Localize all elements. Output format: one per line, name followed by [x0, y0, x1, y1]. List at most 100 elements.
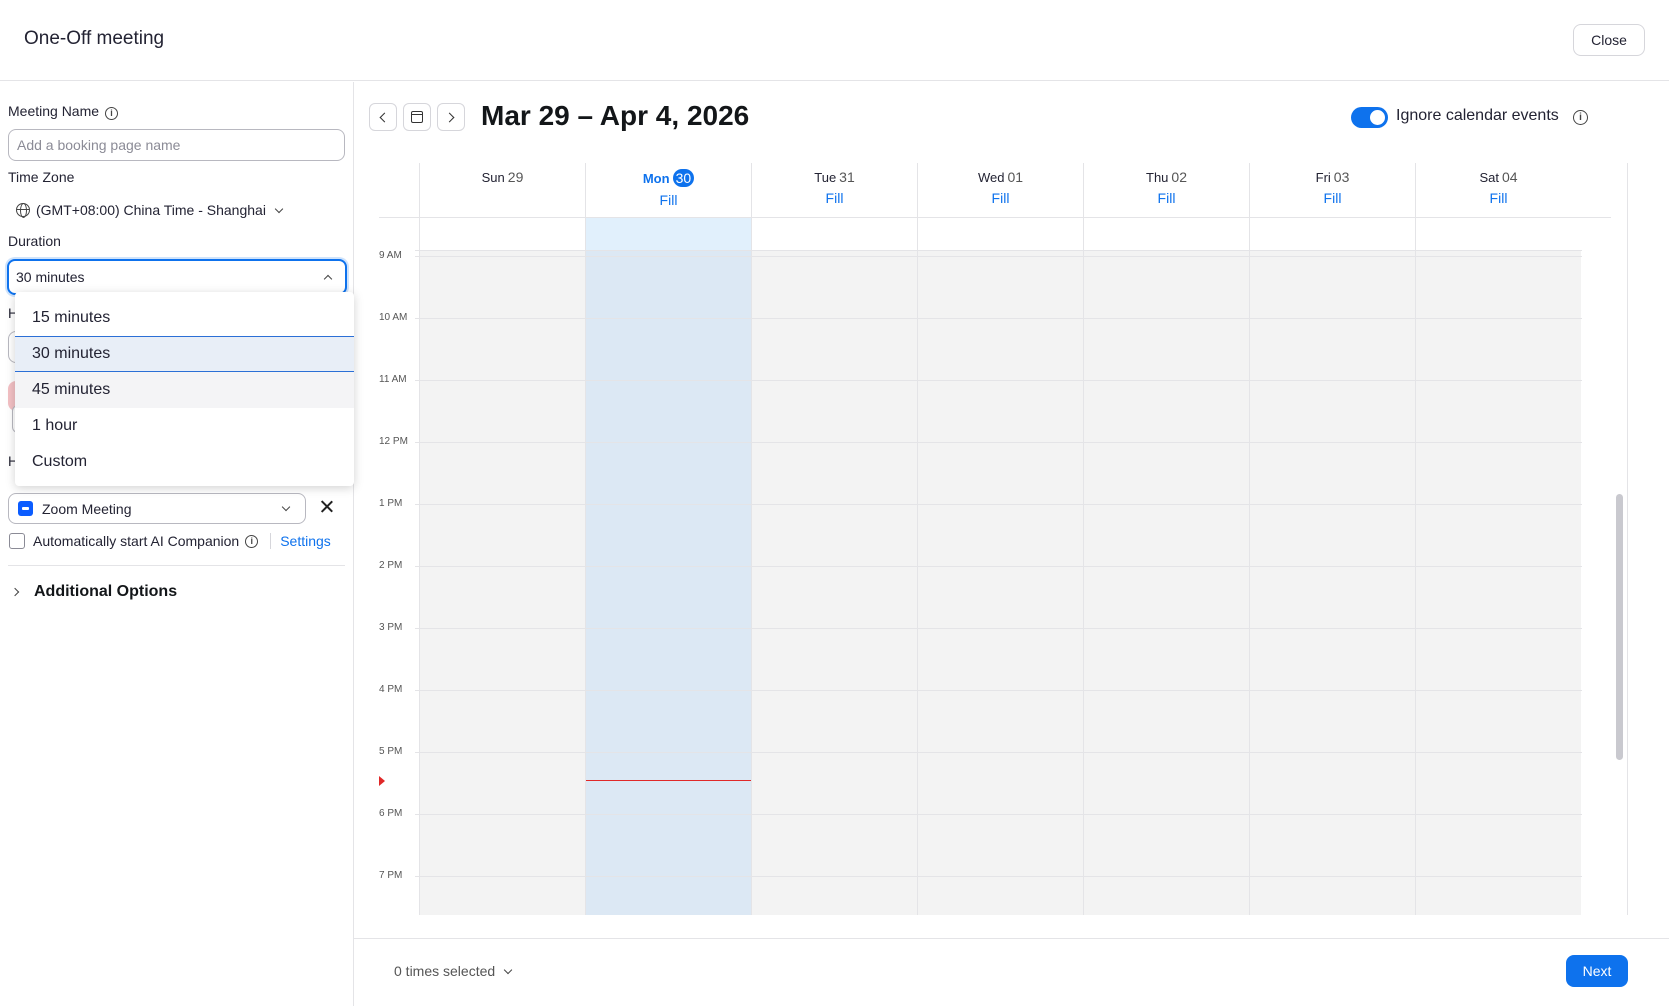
- day-label: Sat 04: [1416, 169, 1581, 185]
- day-header-wed: Wed 01 Fill: [917, 163, 1083, 217]
- duration-option[interactable]: 45 minutes: [15, 372, 354, 408]
- info-icon[interactable]: i: [245, 534, 259, 548]
- day-of-week: Fri: [1315, 170, 1331, 185]
- duration-option[interactable]: 1 hour: [15, 408, 354, 444]
- day-date: 30: [672, 169, 695, 187]
- prev-week-button[interactable]: [369, 103, 397, 131]
- chevron-down-icon: [274, 204, 284, 213]
- day-of-week: Sat: [1479, 170, 1499, 185]
- chevron-right-icon: [444, 112, 455, 122]
- day-of-week: Mon: [642, 171, 670, 186]
- day-date: 29: [507, 169, 524, 185]
- divider: [8, 565, 345, 566]
- location-select[interactable]: Zoom Meeting: [8, 493, 306, 524]
- chevron-up-icon: [323, 274, 333, 283]
- meeting-name-input[interactable]: [8, 129, 345, 161]
- fill-day-link[interactable]: Fill: [1416, 190, 1581, 206]
- day-label: Thu 02: [1084, 169, 1249, 185]
- hour-line: [379, 628, 1582, 629]
- next-week-button[interactable]: [437, 103, 465, 131]
- duration-dropdown: 15 minutes 30 minutes 45 minutes 1 hour …: [15, 292, 354, 486]
- day-label: Wed 01: [918, 169, 1083, 185]
- hour-label: 4 PM: [379, 684, 415, 695]
- hour-line: [379, 318, 1582, 319]
- hour-label: 1 PM: [379, 498, 415, 509]
- close-button[interactable]: Close: [1573, 24, 1645, 56]
- hour-label: 7 PM: [379, 870, 415, 881]
- chevron-down-icon: [281, 502, 291, 512]
- time-zone-label: Time Zone: [8, 169, 75, 185]
- day-date: 31: [839, 169, 855, 185]
- day-label: Mon 30: [586, 169, 751, 187]
- hour-label: 5 PM: [379, 746, 415, 757]
- day-label: Sun 29: [420, 169, 585, 185]
- hour-label: 6 PM: [379, 808, 415, 819]
- ignore-calendar-events-toggle[interactable]: [1351, 107, 1388, 128]
- fill-day-link[interactable]: Fill: [918, 190, 1083, 206]
- page-title: One-Off meeting: [24, 28, 165, 49]
- fill-day-link[interactable]: Fill: [1084, 190, 1249, 206]
- next-button[interactable]: Next: [1566, 955, 1628, 987]
- footer-divider: [354, 938, 1669, 939]
- hour-label: 3 PM: [379, 622, 415, 633]
- fill-day-link[interactable]: Fill: [752, 190, 917, 206]
- location-value: Zoom Meeting: [42, 500, 132, 517]
- calendar-scrollbar[interactable]: [1616, 494, 1623, 760]
- hour-line: [379, 504, 1582, 505]
- day-header-tue: Tue 31 Fill: [751, 163, 917, 217]
- hour-line: [379, 752, 1582, 753]
- ai-companion-label: Automatically start AI Companion: [33, 533, 240, 549]
- top-bar: One-Off meeting Close: [0, 0, 1669, 81]
- day-header-fri: Fri 03 Fill: [1249, 163, 1415, 217]
- zoom-logo-icon: [18, 501, 33, 516]
- calendar-icon: [411, 111, 423, 123]
- hour-line: [379, 256, 1582, 257]
- fill-day-link[interactable]: Fill: [586, 192, 751, 208]
- day-header-sat: Sat 04 Fill: [1415, 163, 1581, 217]
- settings-link[interactable]: Settings: [280, 533, 331, 549]
- info-icon[interactable]: i: [1573, 110, 1588, 125]
- date-range-title: Mar 29 – Apr 4, 2026: [481, 100, 750, 131]
- hour-line: [379, 442, 1582, 443]
- chevron-left-icon: [379, 112, 390, 122]
- day-of-week: Thu: [1146, 170, 1169, 185]
- globe-icon: [16, 203, 30, 218]
- ai-companion-row: Automatically start AI Companion i Setti…: [9, 533, 331, 549]
- hour-label: 12 PM: [379, 436, 415, 447]
- day-date: 04: [1501, 169, 1518, 185]
- hour-label: 11 AM: [379, 374, 415, 385]
- chevron-right-icon: [10, 587, 20, 597]
- hour-line: [379, 876, 1582, 877]
- hour-line: [379, 380, 1582, 381]
- info-icon[interactable]: i: [105, 107, 119, 120]
- current-time-marker-icon: [379, 775, 385, 786]
- ai-companion-checkbox[interactable]: [9, 533, 25, 549]
- additional-options-toggle[interactable]: Additional Options: [10, 583, 178, 601]
- additional-options-label: Additional Options: [34, 583, 178, 600]
- hour-label: 2 PM: [379, 560, 415, 571]
- duration-option[interactable]: Custom: [15, 444, 354, 480]
- times-selected-dropdown[interactable]: 0 times selected: [394, 963, 515, 979]
- day-date: 01: [1007, 169, 1024, 185]
- hour-line: [379, 566, 1582, 567]
- hour-label: 10 AM: [379, 312, 415, 323]
- duration-value: 30 minutes: [16, 269, 85, 285]
- calendar-picker-button[interactable]: [403, 103, 431, 131]
- day-header-thu: Thu 02 Fill: [1083, 163, 1249, 217]
- chevron-down-icon: [503, 965, 513, 974]
- remove-location-button[interactable]: [318, 498, 336, 516]
- duration-option[interactable]: 15 minutes: [15, 300, 354, 336]
- day-label: Tue 31: [752, 169, 917, 185]
- duration-option-selected[interactable]: 30 minutes: [15, 336, 354, 372]
- ignore-calendar-events-label: Ignore calendar events: [1396, 107, 1559, 124]
- fill-day-link[interactable]: Fill: [1250, 190, 1415, 206]
- meeting-name-label: Meeting Name i: [8, 103, 119, 120]
- time-zone-select[interactable]: (GMT+08:00) China Time - Shanghai: [16, 202, 286, 218]
- day-of-week: Tue: [814, 170, 837, 185]
- day-of-week: Wed: [977, 170, 1005, 185]
- day-header-mon: Mon 30 Fill: [585, 163, 751, 217]
- day-label: Fri 03: [1250, 169, 1415, 185]
- day-date: 03: [1333, 169, 1350, 185]
- duration-select[interactable]: 30 minutes: [7, 259, 347, 295]
- times-selected-label: 0 times selected: [394, 963, 496, 979]
